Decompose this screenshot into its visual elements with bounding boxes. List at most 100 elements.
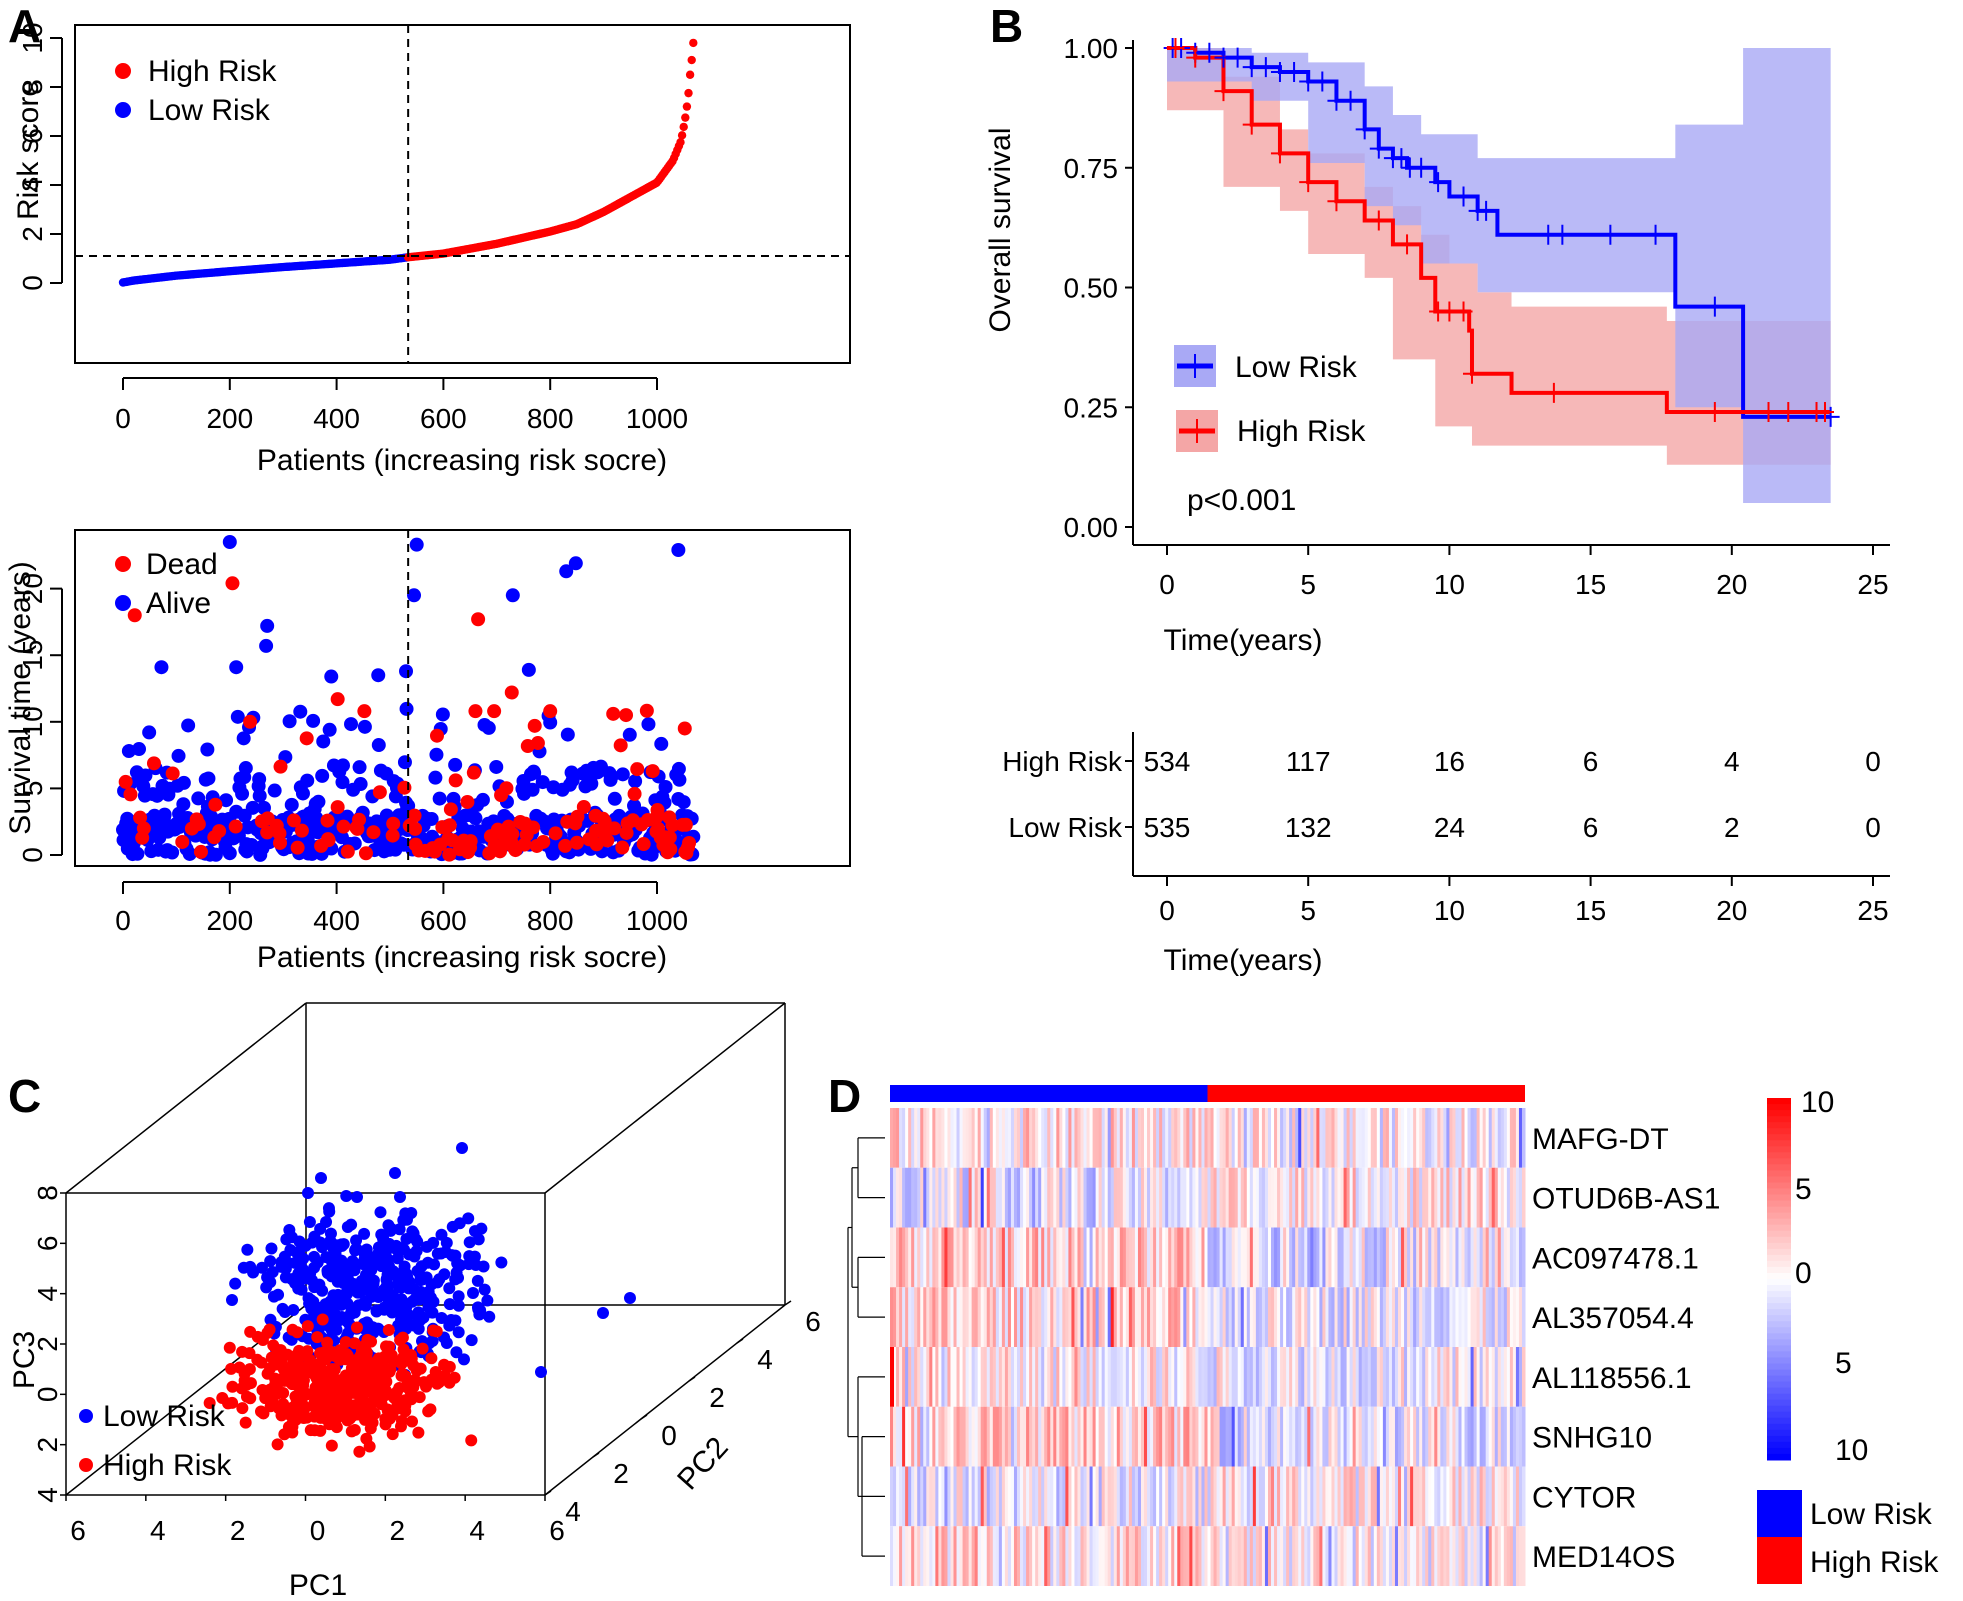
- heatmap-cell: [992, 1287, 997, 1347]
- heatmap-cell: [1349, 1406, 1354, 1467]
- pc3-tick-label: 4: [32, 1286, 63, 1302]
- heatmap-cell: [959, 1406, 964, 1467]
- pca-low-risk-point: [380, 1284, 393, 1297]
- heatmap-cell: [908, 1287, 912, 1347]
- pca-high-risk-point: [267, 1339, 280, 1352]
- heatmap-cell: [1358, 1227, 1363, 1288]
- heatmap-cell: [1168, 1466, 1172, 1527]
- alive-point: [521, 662, 536, 677]
- heatmap-cell: [1337, 1108, 1342, 1168]
- heatmap-cell: [1246, 1466, 1251, 1527]
- heatmap-cell: [1201, 1227, 1205, 1288]
- legend-dead-dot: [115, 556, 131, 572]
- heatmap-cell: [1464, 1466, 1469, 1527]
- heatmap-cell: [1237, 1287, 1242, 1347]
- heatmap-cell: [1201, 1167, 1205, 1228]
- heatmap-cell: [1137, 1347, 1142, 1407]
- heatmap-cell: [1249, 1108, 1254, 1168]
- risk-score-y-title: Risk score: [12, 80, 45, 220]
- heatmap-cell: [1340, 1287, 1345, 1347]
- heatmap-cell: [926, 1406, 930, 1467]
- pc1-tick-label: 4: [150, 1515, 166, 1546]
- heatmap-cell: [1089, 1347, 1094, 1407]
- pca-high-risk-point: [316, 1313, 329, 1326]
- pc2-tick-mark: [544, 1490, 552, 1496]
- heatmap-cell: [1150, 1347, 1154, 1407]
- heatmap-cell: [1316, 1227, 1320, 1288]
- heatmap-cell: [1479, 1167, 1484, 1228]
- colorbar-segment: [1767, 1357, 1791, 1364]
- heatmap-cell: [1207, 1227, 1212, 1288]
- heatmap-cell: [1328, 1526, 1332, 1586]
- heatmap-cell: [1455, 1347, 1459, 1407]
- heatmap-cell: [1101, 1287, 1106, 1347]
- heatmap-cell: [1023, 1406, 1027, 1467]
- dead-point: [429, 728, 444, 743]
- heatmap-cell: [1367, 1526, 1372, 1586]
- heatmap-cell: [1092, 1287, 1097, 1347]
- heatmap-cell: [1307, 1108, 1311, 1168]
- heatmap-cell: [1137, 1406, 1142, 1467]
- heatmap-cell: [1180, 1108, 1184, 1168]
- heatmap-cell: [1101, 1406, 1106, 1467]
- heatmap-cell: [1388, 1406, 1393, 1467]
- heatmap-cell: [1267, 1227, 1272, 1288]
- heatmap-cell: [1050, 1287, 1054, 1347]
- heatmap-cell: [1198, 1227, 1202, 1288]
- heatmap-cell: [1379, 1167, 1384, 1228]
- heatmap-cell: [1122, 1227, 1127, 1288]
- heatmap-cell: [1086, 1347, 1091, 1407]
- heatmap-cell: [1038, 1108, 1042, 1168]
- heatmap-cell: [980, 1167, 985, 1228]
- heatmap-cell: [1004, 1227, 1009, 1288]
- heatmap-cell: [1479, 1347, 1484, 1407]
- heatmap-cell: [1104, 1287, 1109, 1347]
- heatmap-cell: [1243, 1406, 1248, 1467]
- heatmap-cell: [998, 1466, 1003, 1527]
- heatmap-cell: [1240, 1287, 1245, 1347]
- heatmap-cell: [1110, 1347, 1115, 1407]
- risk-table-cell: 117: [1286, 746, 1331, 777]
- colorbar-segment: [1767, 1134, 1791, 1141]
- heatmap-cell: [1512, 1466, 1517, 1527]
- heatmap-cell: [1147, 1526, 1151, 1586]
- heatmap-cell: [1125, 1227, 1130, 1288]
- heatmap-cell: [1407, 1287, 1411, 1347]
- gene-label: MED14OS: [1532, 1541, 1675, 1574]
- heatmap-cell: [1128, 1406, 1133, 1467]
- heatmap-cell: [947, 1526, 951, 1586]
- heatmap-cell: [893, 1287, 897, 1347]
- heatmap-cell: [932, 1347, 936, 1407]
- heatmap-cell: [1385, 1466, 1390, 1527]
- heatmap-cell: [1464, 1526, 1469, 1586]
- risk-table-row-label: Low Risk: [1008, 812, 1123, 843]
- colorbar-segment: [1767, 1116, 1791, 1123]
- heatmap-cell: [983, 1287, 988, 1347]
- heatmap-cell: [1080, 1167, 1085, 1228]
- heatmap-cell: [1488, 1526, 1493, 1586]
- heatmap-cell: [935, 1526, 939, 1586]
- heatmap-cell: [1044, 1526, 1048, 1586]
- heatmap-cell: [1007, 1227, 1012, 1288]
- heatmap-cell: [1243, 1167, 1248, 1228]
- heatmap-cell: [1322, 1287, 1326, 1347]
- heatmap-colorbar: 1050510: [1767, 1086, 1868, 1467]
- heatmap-cell: [1476, 1526, 1481, 1586]
- heatmap-cell: [1134, 1526, 1139, 1586]
- pca-low-risk-point: [344, 1308, 357, 1321]
- heatmap-cell: [1367, 1227, 1372, 1288]
- heatmap-cell: [1316, 1526, 1320, 1586]
- heatmap-cell: [1470, 1466, 1475, 1527]
- heatmap-cell: [1355, 1347, 1360, 1407]
- heatmap-cell: [1364, 1287, 1369, 1347]
- colorbar-segment: [1767, 1399, 1791, 1407]
- heatmap-cell: [965, 1406, 970, 1467]
- alive-point: [311, 794, 326, 809]
- heatmap-cell: [1174, 1227, 1178, 1288]
- km-y-tick-label: 0.50: [1064, 273, 1119, 304]
- kaplan-meier-plot: 0.000.250.500.751.000 5 10 15 20 25 Time(year…: [984, 33, 1890, 657]
- heatmap-cell: [1246, 1406, 1251, 1467]
- colorbar-tick-label: 10: [1801, 1086, 1834, 1119]
- heatmap-cell: [1292, 1167, 1296, 1228]
- heatmap-cell: [1038, 1227, 1042, 1288]
